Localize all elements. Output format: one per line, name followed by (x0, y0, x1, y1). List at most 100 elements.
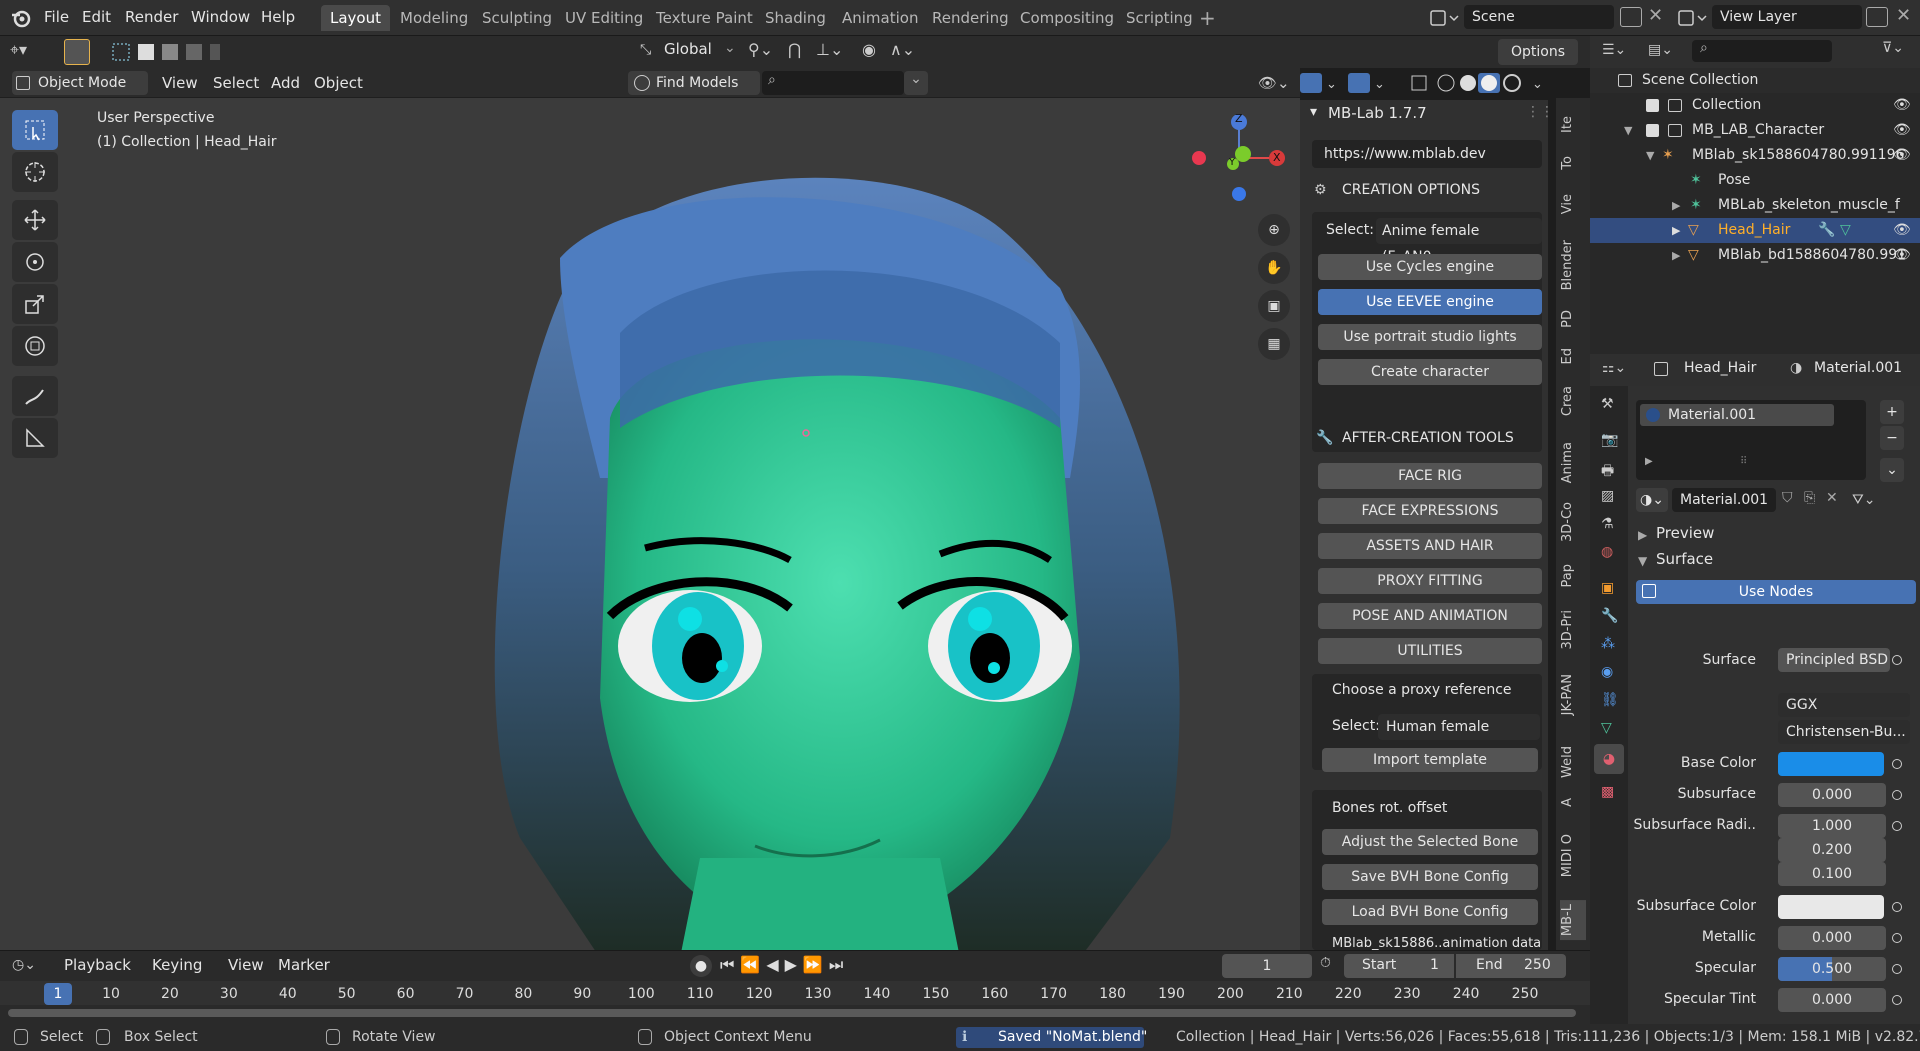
material-tab-icon[interactable]: ◕ (1594, 744, 1624, 774)
data-tab-icon[interactable]: ▽ (1601, 720, 1612, 736)
select-box-tool[interactable] (12, 110, 58, 150)
cursor-tool[interactable] (12, 152, 58, 192)
view-layer-tab-icon[interactable]: ▨ (1601, 488, 1614, 504)
drag-handle-icon[interactable]: ⠿ (1740, 456, 1747, 467)
subsurface-method-dropdown[interactable]: Christensen-Bu... (1778, 720, 1910, 744)
tab-layout[interactable]: Layout (321, 5, 390, 31)
tab-midi[interactable]: MIDI O (1560, 834, 1586, 877)
adjust-bone-button[interactable]: Adjust the Selected Bone (1322, 829, 1538, 855)
checkbox-icon[interactable] (1646, 99, 1659, 112)
tab-uv-editing[interactable]: UV Editing (556, 5, 652, 31)
base-color-link-icon[interactable] (1892, 759, 1902, 769)
current-frame-field[interactable]: 1 (1222, 954, 1312, 978)
timeline-scrollbar[interactable] (8, 1009, 1576, 1017)
use-cycles-button[interactable]: Use Cycles engine (1318, 254, 1542, 280)
navigation-gizmo[interactable]: Z Y X (1185, 108, 1285, 208)
new-scene-icon[interactable] (1620, 7, 1642, 27)
playback-controls-icons[interactable]: ⏮⏪◀▶⏩⏭ (720, 955, 849, 975)
remove-slot-icon[interactable]: − (1880, 426, 1904, 450)
timeline-menu-keying[interactable]: Keying (152, 951, 202, 979)
viewport-menu-object[interactable]: Object (314, 68, 363, 98)
menu-help[interactable]: Help (261, 0, 295, 34)
render-tab-icon[interactable]: 📷 (1601, 432, 1618, 448)
viewport-menu-select[interactable]: Select (213, 68, 259, 98)
tab-modeling[interactable]: Modeling (391, 5, 477, 31)
mode-dropdown[interactable]: Object Mode (12, 71, 148, 95)
surface-link-icon[interactable] (1892, 655, 1902, 665)
texture-tab-icon[interactable]: ▩ (1601, 784, 1614, 800)
menu-render[interactable]: Render (125, 0, 178, 34)
link-mode-icon[interactable]: ⛛⌄ (1852, 488, 1904, 512)
tab-ed[interactable]: Ed (1560, 348, 1586, 364)
tab-sculpting[interactable]: Sculpting (473, 5, 561, 31)
add-workspace-icon[interactable]: + (1199, 6, 1216, 30)
subsurface-radius-z-field[interactable]: 0.100 (1778, 862, 1886, 886)
subsurface-radius-y-field[interactable]: 0.200 (1778, 838, 1886, 862)
display-mode-icon[interactable]: ▤⌄ (1648, 42, 1673, 58)
tab-pap[interactable]: Pap (1560, 564, 1586, 587)
distribution-dropdown[interactable]: GGX (1778, 693, 1910, 717)
measure-tool[interactable] (12, 418, 58, 458)
specular-slider[interactable]: 0.500 (1778, 957, 1886, 981)
character-select-dropdown[interactable]: Anime female (F_AN0.. (1376, 218, 1542, 265)
expand-icon[interactable]: ▶ (1672, 218, 1680, 243)
active-tool-icon[interactable] (64, 39, 90, 65)
save-bvh-button[interactable]: Save BVH Bone Config (1322, 864, 1538, 890)
snap-icon[interactable]: ⋂ (788, 40, 801, 59)
portrait-lights-button[interactable]: Use portrait studio lights (1318, 324, 1542, 350)
particles-tab-icon[interactable]: ⁂ (1601, 636, 1615, 652)
tab-animation[interactable]: Animation (833, 5, 927, 31)
subsurface-field[interactable]: 0.000 (1778, 783, 1886, 807)
properties-editor-icon[interactable]: ⚏⌄ (1602, 360, 1626, 376)
expand-icon[interactable]: ▶ (1672, 193, 1680, 218)
tab-weld[interactable]: Weld (1560, 746, 1586, 778)
timeline-menu-view[interactable]: View (228, 951, 264, 979)
surface-panel-header[interactable]: Surface (1656, 550, 1713, 568)
proxy-select-dropdown[interactable]: Human female (1378, 714, 1540, 740)
outliner-row-skeleton-muscle[interactable]: ▶ ✶ MBLab_skeleton_muscle_f (1590, 193, 1920, 218)
filter-icon[interactable]: ⊽⌄ (1882, 40, 1904, 56)
tab-jk-pan[interactable]: JK-PAN (1560, 674, 1586, 715)
eye-icon[interactable]: 👁 (1893, 93, 1911, 118)
tab-mb-lab[interactable]: MB-L (1560, 900, 1586, 941)
annotate-tool[interactable] (12, 376, 58, 416)
tab-a[interactable]: A (1560, 798, 1586, 807)
subsurface-radius-x-field[interactable]: 1.000 (1778, 814, 1886, 838)
drag-handle-icon[interactable]: ⋮⋮ (1526, 104, 1554, 120)
object-tab-icon[interactable]: ▣ (1601, 580, 1614, 596)
collapse-icon[interactable]: ▼ (1638, 554, 1647, 568)
pivot-point-icon[interactable]: ⚲⌄ (748, 40, 773, 59)
view-layer-browse-icon[interactable] (1676, 7, 1708, 29)
tab-blender[interactable]: Blender (1560, 240, 1586, 290)
duplicate-material-icon[interactable]: ⎘ (1804, 490, 1815, 506)
mesh-data-icon[interactable]: ▽ (1840, 218, 1851, 243)
scene-tab-icon[interactable]: ⚗ (1601, 516, 1614, 532)
viewport-menu-add[interactable]: Add (271, 68, 300, 98)
eye-icon[interactable]: 👁 (1893, 118, 1911, 143)
specular-tint-link-icon[interactable] (1892, 995, 1902, 1005)
tab-compositing[interactable]: Compositing (1011, 5, 1123, 31)
scene-collection-row[interactable]: Scene Collection (1590, 68, 1920, 93)
tool-tab-icon[interactable]: ⚒ (1601, 396, 1614, 412)
output-tab-icon[interactable]: 🖶 (1601, 460, 1614, 484)
use-nodes-button[interactable]: Use Nodes (1636, 580, 1916, 604)
tab-crea[interactable]: Crea (1560, 386, 1586, 416)
find-models-search-input[interactable] (762, 71, 904, 95)
rotate-tool[interactable] (12, 242, 58, 282)
material-slot-item[interactable]: Material.001 (1640, 404, 1834, 426)
pan-hand-icon[interactable]: ✋ (1258, 252, 1290, 284)
orientation-dropdown[interactable]: Global (664, 40, 712, 58)
eye-icon[interactable]: 👁 (1893, 218, 1911, 243)
outliner-editor-icon[interactable]: ☰⌄ (1602, 42, 1626, 58)
tab-item[interactable]: Ite (1560, 116, 1586, 133)
delete-scene-icon[interactable]: ✕ (1648, 5, 1663, 26)
tab-anima[interactable]: Anima (1560, 442, 1586, 483)
proportional-edit-icon[interactable]: ◉ (862, 40, 876, 59)
subsurface-color-link-icon[interactable] (1892, 902, 1902, 912)
assets-hair-section[interactable]: ASSETS AND HAIR (1318, 533, 1542, 559)
grid-view-icon[interactable]: ▦ (1258, 328, 1290, 360)
view-layer-field[interactable]: View Layer (1712, 5, 1862, 29)
outliner-row-pose[interactable]: ✶ Pose (1590, 168, 1920, 193)
tab-pd[interactable]: PD (1560, 310, 1586, 328)
tab-scripting[interactable]: Scripting (1117, 5, 1202, 31)
